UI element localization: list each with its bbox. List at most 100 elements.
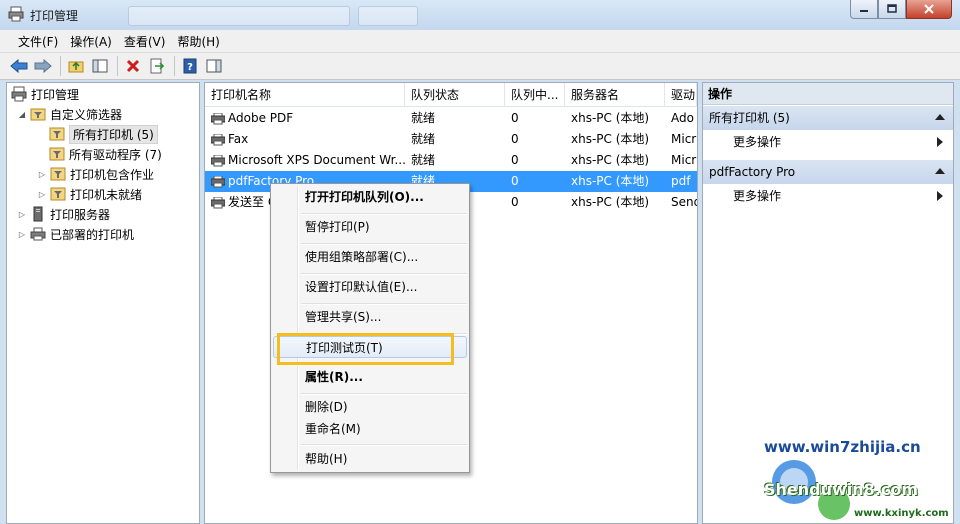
tree-item-printers-with-jobs[interactable]: ▷ 打印机包含作业 [37,164,154,184]
up-folder-button[interactable] [65,55,87,77]
actions-section-pdffactory[interactable]: pdfFactory Pro [703,160,953,184]
expand-arrow-icon[interactable]: ▷ [37,169,47,179]
menu-item-rename[interactable]: 重命名(M) [273,418,467,440]
column-header-jobs-in-queue[interactable]: 队列中... [505,83,565,107]
menu-separator [301,303,467,305]
tree-item-print-management[interactable]: 打印管理 [11,84,79,104]
column-header-driver[interactable]: 驱动 [665,83,697,107]
fax-icon [211,133,225,145]
watermark-url-1: www.win7zhijia.cn [764,438,921,456]
maximize-icon [887,4,897,13]
expand-arrow-icon[interactable]: ▷ [17,209,27,219]
server-cell: xhs-PC (本地) [571,111,650,125]
table-row[interactable]: Adobe PDF 就绪 0 xhs-PC (本地) Ado [205,108,697,129]
filter-icon [50,186,66,202]
menu-separator [301,273,467,275]
tree-label: 打印机未就绪 [70,187,143,202]
back-arrow-icon [10,59,28,73]
jobs-cell: 0 [511,132,519,146]
tree-label: 打印服务器 [50,207,111,222]
export-list-button[interactable] [146,55,168,77]
server-icon [30,206,46,222]
expand-arrow-icon[interactable]: ▷ [17,229,27,239]
submenu-arrow-icon [937,191,943,201]
tree-item-print-servers[interactable]: ▷ 打印服务器 [17,204,110,224]
menu-action[interactable]: 操作(A) [64,33,118,50]
context-menu: 打开打印机队列(O)... 暂停打印(P) 使用组策略部署(C)... 设置打印… [270,183,470,473]
close-button[interactable] [906,0,952,19]
menu-item-deploy-group-policy[interactable]: 使用组策略部署(C)... [273,246,467,268]
menu-item-help[interactable]: 帮助(H) [273,448,467,470]
tree-item-all-drivers[interactable]: 所有驱动程序 (7) [49,144,162,164]
minimize-button[interactable] [850,0,878,19]
menu-separator [301,213,467,215]
printer-name-cell: Fax [205,129,405,150]
help-button[interactable]: ? [179,55,201,77]
menu-item-manage-sharing[interactable]: 管理共享(S)... [273,306,467,328]
tree-item-custom-filters[interactable]: ◢ 自定义筛选器 [17,104,122,124]
show-action-pane-button[interactable] [203,55,225,77]
printer-name: Microsoft XPS Document Wr... [228,153,405,167]
background-window-ghost [128,6,350,26]
jobs-cell: 0 [511,153,519,167]
watermark-brand: Shenduwin8.com [764,480,919,499]
action-pane-icon [206,59,222,73]
driver-cell: Send [671,195,697,209]
menu-file[interactable]: 文件(F) [12,33,64,50]
delete-button[interactable] [122,55,144,77]
column-header-server-name[interactable]: 服务器名 [565,83,665,107]
collapse-up-icon[interactable] [935,168,945,174]
table-row[interactable]: Microsoft XPS Document Wr... 就绪 0 xhs-PC… [205,150,697,171]
printer-management-icon [8,6,24,22]
delete-x-icon [126,59,140,73]
window-title: 打印管理 [30,9,79,23]
forward-button[interactable] [32,55,54,77]
tree-item-printers-not-ready[interactable]: ▷ 打印机未就绪 [37,184,142,204]
menu-separator [301,243,467,245]
navigation-tree: 打印管理 ◢ 自定义筛选器 所有打印机 (5) 所有驱动程序 (7) ▷ 打印机… [6,82,200,524]
maximize-button[interactable] [878,0,906,19]
tree-label: 打印管理 [31,87,80,102]
up-folder-icon [68,61,84,73]
expand-arrow-icon[interactable]: ▷ [37,189,47,199]
tree-label: 已部署的打印机 [50,227,135,242]
filter-icon [50,166,66,182]
show-hide-tree-button[interactable] [89,55,111,77]
submenu-arrow-icon [937,137,943,147]
table-row[interactable]: Fax 就绪 0 xhs-PC (本地) Micr [205,129,697,150]
help-book-icon: ? [183,58,197,74]
printer-name: Adobe PDF [228,111,294,125]
window-controls [850,0,952,20]
tree-item-all-printers[interactable]: 所有打印机 (5) [49,124,158,144]
svg-text:?: ? [187,62,193,73]
tree-label: 打印机包含作业 [70,167,155,182]
collapse-up-icon[interactable] [935,114,945,120]
more-actions-item[interactable]: 更多操作 [703,185,953,207]
tree-item-deployed-printers[interactable]: ▷ 已部署的打印机 [17,224,134,244]
toolbar-separator [117,56,118,76]
tree-label: 所有打印机 (5) [69,124,158,144]
menu-item-set-defaults[interactable]: 设置打印默认值(E)... [273,276,467,298]
column-header-printer-name[interactable]: 打印机名称 [205,83,405,107]
printer-name-cell: Adobe PDF [205,108,405,129]
menu-help[interactable]: 帮助(H) [171,33,225,50]
menu-item-open-queue[interactable]: 打开打印机队列(O)... [273,186,467,208]
column-header-queue-status[interactable]: 队列状态 [405,83,505,107]
driver-cell: Micr [671,132,697,146]
menu-item-properties[interactable]: 属性(R)... [273,366,467,388]
jobs-cell: 0 [511,111,519,125]
more-actions-item[interactable]: 更多操作 [703,131,953,153]
menu-view[interactable]: 查看(V) [118,33,172,50]
filter-icon [49,126,65,142]
printer-icon [211,196,225,208]
back-button[interactable] [8,55,30,77]
menu-item-pause[interactable]: 暂停打印(P) [273,216,467,238]
driver-cell: Micr [671,153,697,167]
actions-section-all-printers[interactable]: 所有打印机 (5) [703,106,953,130]
actions-pane-title: 操作 [703,83,953,105]
printer-icon [211,112,225,124]
menu-item-delete[interactable]: 删除(D) [273,396,467,418]
server-cell: xhs-PC (本地) [571,195,650,209]
collapse-arrow-icon[interactable]: ◢ [17,109,27,119]
server-cell: xhs-PC (本地) [571,174,650,188]
